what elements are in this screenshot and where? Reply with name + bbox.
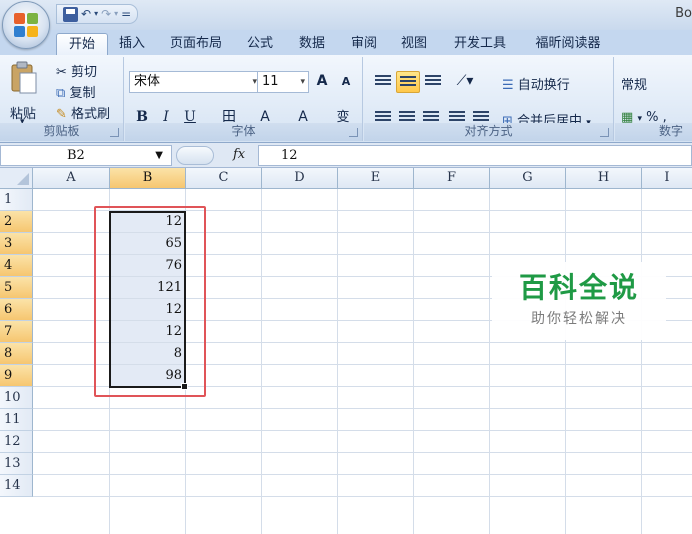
row-header-5[interactable]: 5: [0, 277, 33, 299]
formula-bar-button[interactable]: [176, 146, 214, 165]
row-header-4[interactable]: 4: [0, 255, 33, 277]
row-header-8[interactable]: 8: [0, 343, 33, 365]
font-name-select[interactable]: 宋体 ▾: [129, 71, 261, 93]
wrap-text-button[interactable]: ☰ 自动换行: [502, 74, 570, 93]
number-format-select[interactable]: 常规: [621, 74, 647, 93]
format-painter-button[interactable]: ✎ 格式刷: [56, 103, 110, 122]
grid-line: [33, 474, 692, 475]
insert-function-icon[interactable]: fx: [233, 147, 245, 162]
orientation-button[interactable]: ⟋▾: [450, 71, 480, 93]
column-header-b[interactable]: B: [110, 168, 186, 189]
watermark-title: 百科全说: [518, 271, 639, 304]
row-header-12[interactable]: 12: [0, 431, 33, 453]
watermark: 百科全说 助你轻松解决: [492, 262, 666, 340]
row-header-6[interactable]: 6: [0, 299, 33, 321]
grid-line: [33, 408, 692, 409]
tab-foxit-reader[interactable]: 福昕阅读器: [526, 33, 610, 55]
tab-home[interactable]: 开始: [56, 33, 108, 55]
font-group-label: 字体: [125, 123, 362, 141]
undo-icon[interactable]: ↶: [81, 5, 91, 23]
tab-page-layout[interactable]: 页面布局: [162, 33, 230, 55]
cut-button[interactable]: ✂ 剪切: [56, 61, 97, 80]
grid-line: [33, 452, 692, 453]
wrap-text-icon: ☰: [502, 78, 514, 93]
office-logo-icon: [14, 13, 40, 39]
formula-bar: B2 ▼ fx 12: [0, 143, 692, 168]
column-header-g[interactable]: G: [490, 168, 566, 189]
formula-input[interactable]: 12: [258, 145, 692, 166]
column-header-f[interactable]: F: [414, 168, 490, 189]
ribbon: 粘贴 ▾ ✂ 剪切 ⧉ 复制 ✎ 格式刷 剪贴板 宋体 ▾ 11 ▾ A A B I…: [0, 55, 692, 143]
alignment-group: ⟋▾ ☰ 自动换行 ⊞ 合并后居中 ▾ 对齐方式: [364, 57, 614, 141]
redo-dropdown-icon[interactable]: ▾: [114, 5, 118, 23]
ribbon-tabs: 开始 插入 页面布局 公式 数据 审阅 视图 开发工具 福昕阅读器: [0, 30, 692, 55]
grow-font-button[interactable]: A: [311, 71, 333, 93]
tab-review[interactable]: 审阅: [344, 33, 384, 55]
tab-view[interactable]: 视图: [394, 33, 434, 55]
grid-line: [33, 496, 692, 497]
customize-qat-icon[interactable]: =: [121, 5, 131, 23]
grid-line: [33, 430, 692, 431]
worksheet-grid[interactable]: A B C D E F G H I 1 2 3 4 5 6 7 8 9 10 1…: [0, 168, 692, 534]
grid-line: [413, 189, 414, 534]
undo-dropdown-icon[interactable]: ▾: [94, 5, 98, 23]
clipboard-launcher-icon[interactable]: [110, 128, 119, 137]
row-header-11[interactable]: 11: [0, 409, 33, 431]
format-painter-icon: ✎: [56, 107, 67, 122]
highlight-annotation-box: [94, 206, 206, 397]
grid-line: [641, 189, 642, 534]
row-header-13[interactable]: 13: [0, 453, 33, 475]
font-group: 宋体 ▾ 11 ▾ A A B I U 田 A A 变 字体: [125, 57, 363, 141]
save-icon[interactable]: [63, 6, 78, 22]
grid-line: [565, 189, 566, 534]
name-box[interactable]: B2 ▼: [0, 145, 172, 166]
align-top-button[interactable]: [372, 71, 394, 93]
grid-line: [489, 189, 490, 534]
row-header-14[interactable]: 14: [0, 475, 33, 497]
number-group-label: 数字: [615, 123, 692, 141]
font-launcher-icon[interactable]: [349, 128, 358, 137]
tab-insert[interactable]: 插入: [112, 33, 152, 55]
tab-developer[interactable]: 开发工具: [446, 33, 514, 55]
row-header-7[interactable]: 7: [0, 321, 33, 343]
title-bar: ↶ ▾ ↷ ▾ = Bo: [0, 0, 692, 49]
row-header-3[interactable]: 3: [0, 233, 33, 255]
watermark-subtitle: 助你轻松解决: [531, 311, 627, 327]
alignment-group-label: 对齐方式: [364, 123, 613, 141]
window-title: Bo: [675, 6, 692, 21]
alignment-launcher-icon[interactable]: [600, 128, 609, 137]
align-bottom-button[interactable]: [422, 71, 444, 93]
row-header-2[interactable]: 2: [0, 211, 33, 233]
row-header-1[interactable]: 1: [0, 189, 33, 211]
column-header-a[interactable]: A: [33, 168, 110, 189]
shrink-font-button[interactable]: A: [335, 71, 357, 93]
grid-line: [261, 189, 262, 534]
column-header-i[interactable]: I: [642, 168, 692, 189]
name-box-dropdown-icon[interactable]: ▼: [155, 146, 163, 165]
align-middle-button[interactable]: [396, 71, 420, 93]
column-header-d[interactable]: D: [262, 168, 338, 189]
select-all-corner[interactable]: [0, 168, 33, 189]
column-header-h[interactable]: H: [566, 168, 642, 189]
grid-line: [337, 189, 338, 534]
font-size-select[interactable]: 11 ▾: [257, 71, 309, 93]
scissors-icon: ✂: [56, 65, 67, 80]
copy-button[interactable]: ⧉ 复制: [56, 82, 95, 101]
copy-icon: ⧉: [56, 86, 66, 101]
tab-formulas[interactable]: 公式: [240, 33, 280, 55]
column-header-e[interactable]: E: [338, 168, 414, 189]
office-button[interactable]: [2, 1, 50, 49]
paste-icon[interactable]: [10, 61, 38, 95]
clipboard-group: 粘贴 ▾ ✂ 剪切 ⧉ 复制 ✎ 格式刷 剪贴板: [0, 57, 124, 141]
clipboard-group-label: 剪贴板: [0, 123, 123, 141]
row-header-9[interactable]: 9: [0, 365, 33, 387]
tab-data[interactable]: 数据: [292, 33, 332, 55]
number-group: 常规 ▦ ▾ % , 数字: [615, 57, 692, 141]
row-header-10[interactable]: 10: [0, 387, 33, 409]
column-header-c[interactable]: C: [186, 168, 262, 189]
quick-access-toolbar: ↶ ▾ ↷ ▾ =: [56, 4, 139, 24]
redo-icon[interactable]: ↷: [101, 5, 111, 23]
